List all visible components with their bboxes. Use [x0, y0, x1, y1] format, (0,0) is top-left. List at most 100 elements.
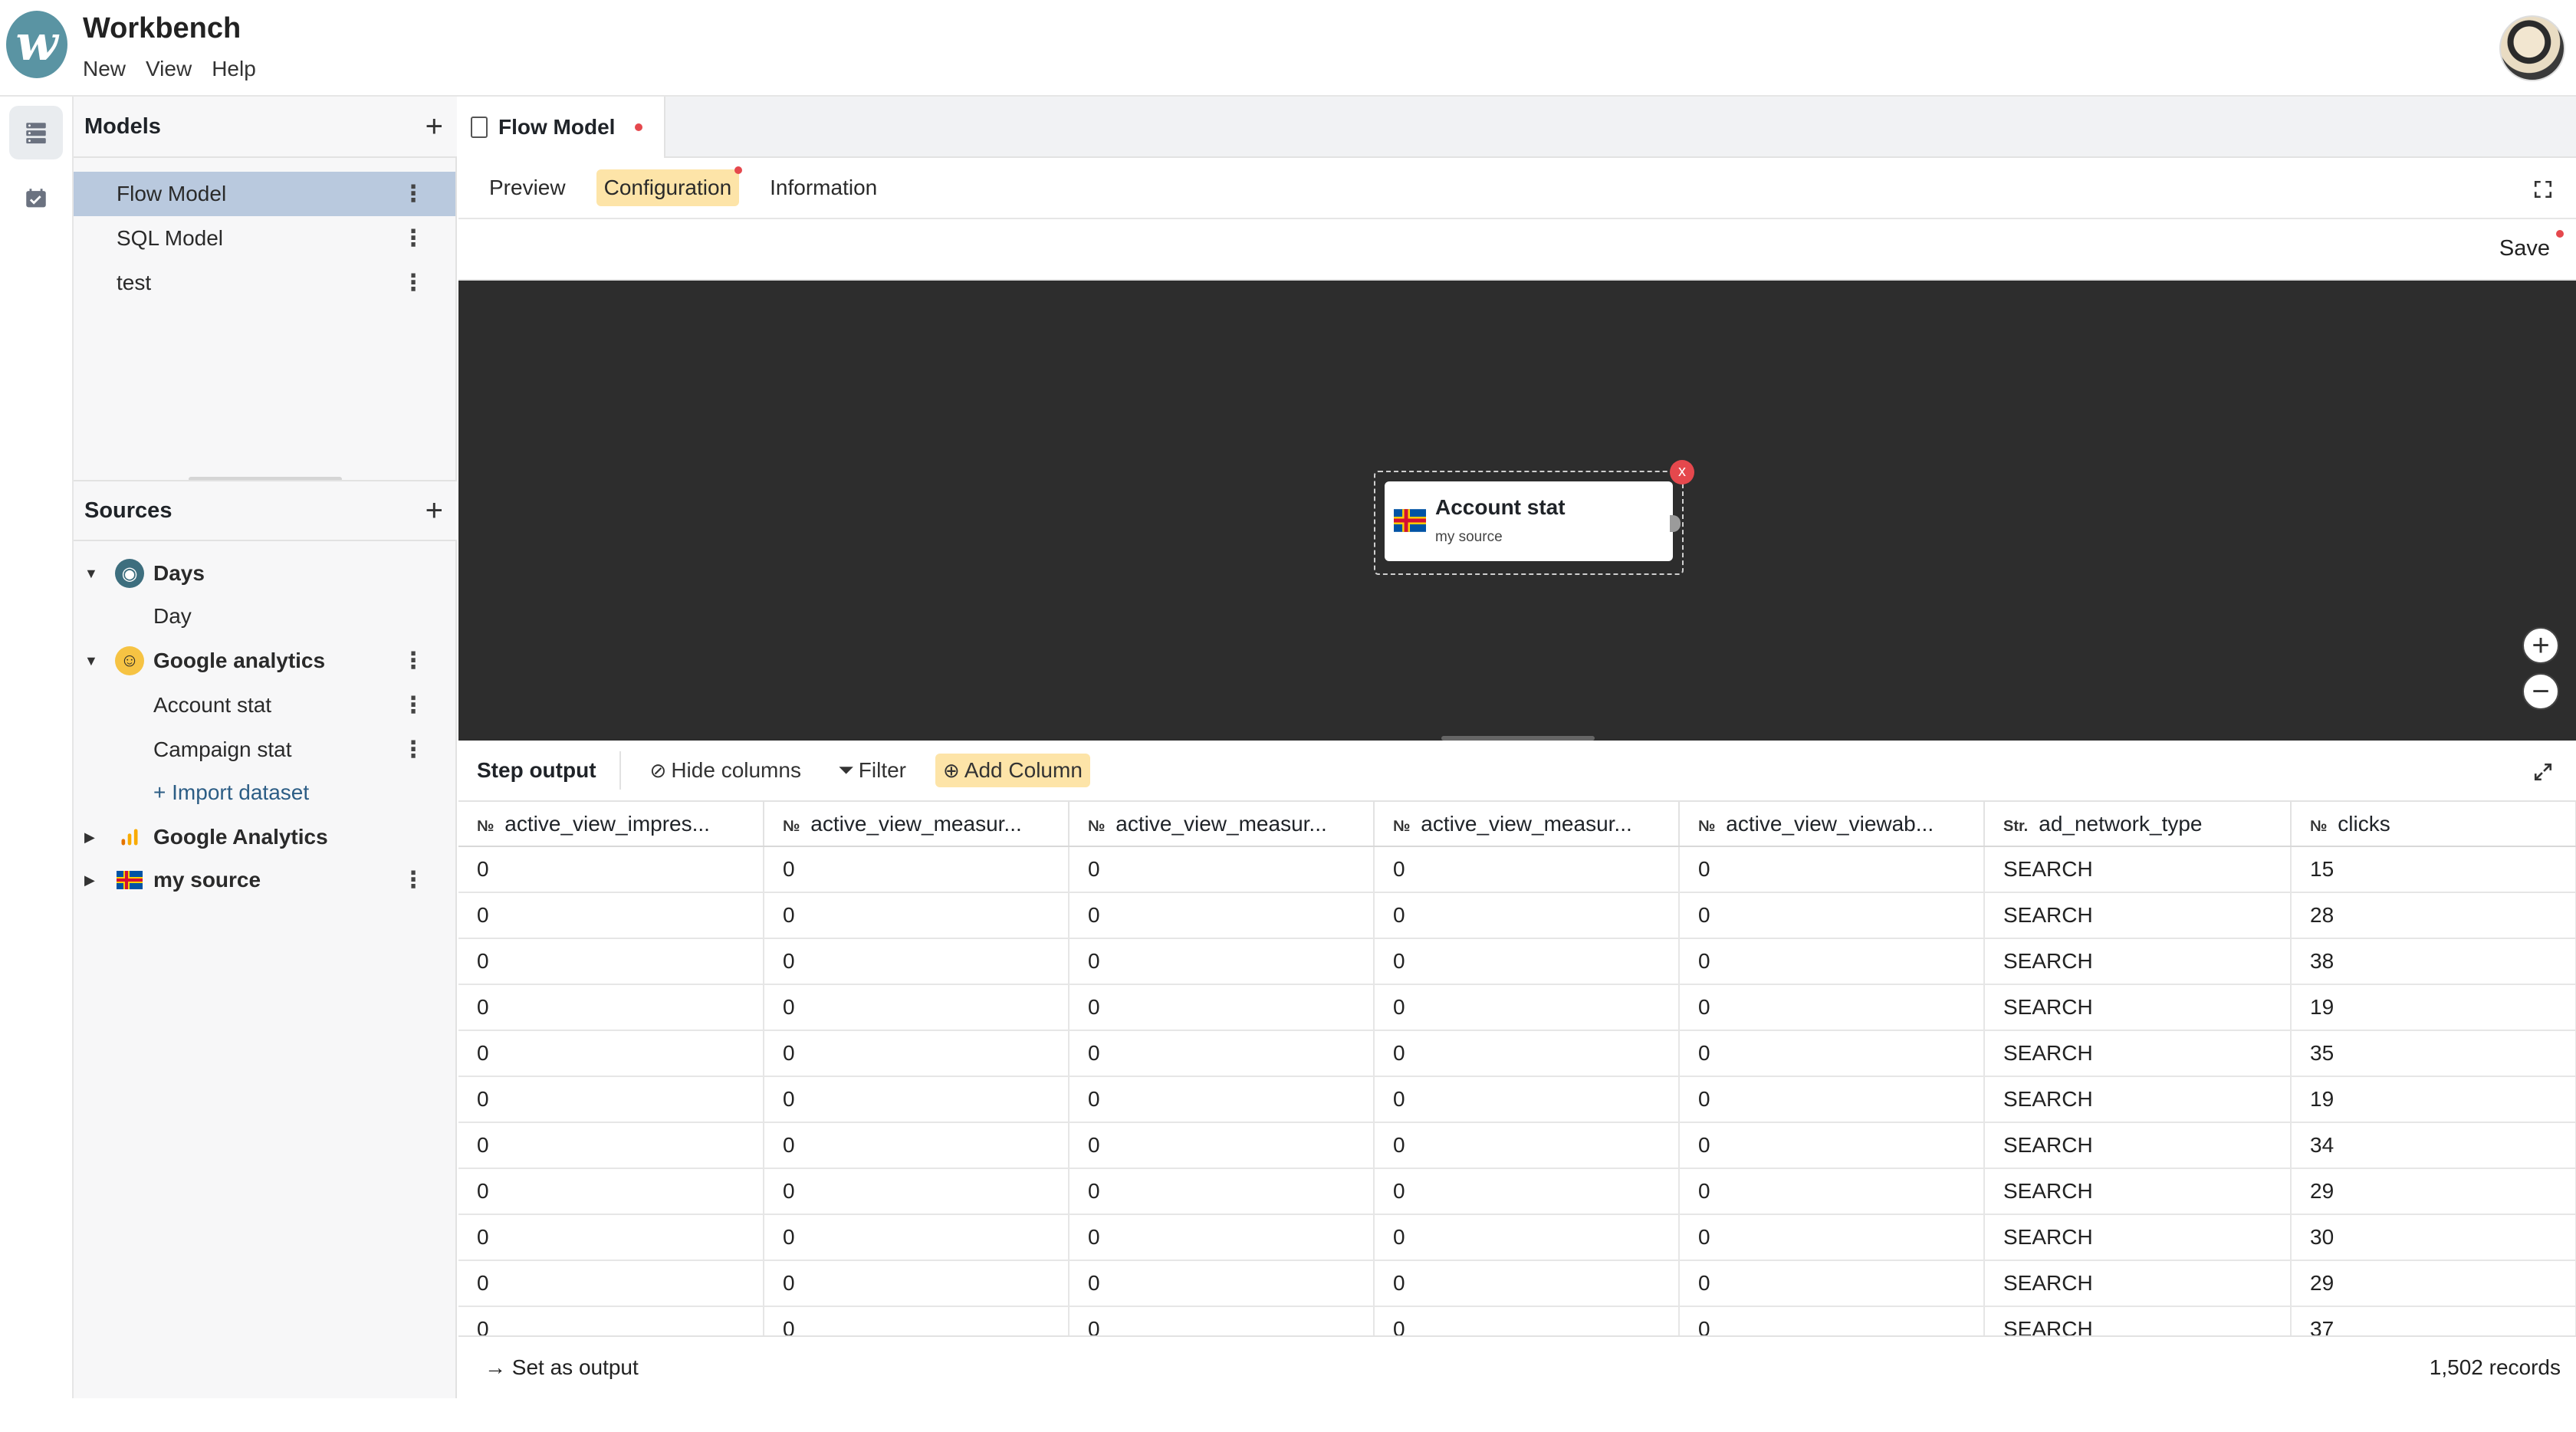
- table-cell[interactable]: 29: [2291, 1168, 2576, 1215]
- table-cell[interactable]: SEARCH: [1984, 892, 2292, 939]
- menu-help[interactable]: Help: [212, 57, 256, 81]
- table-cell[interactable]: 0: [1069, 846, 1375, 893]
- table-cell[interactable]: 19: [2291, 1076, 2576, 1123]
- table-cell[interactable]: 0: [764, 1076, 1070, 1123]
- dataset-day[interactable]: Day: [74, 595, 455, 638]
- more-vertical-icon[interactable]: ⋮: [402, 225, 425, 252]
- add-column-button[interactable]: ⊕ Add Column: [935, 754, 1090, 787]
- flow-node-account-stat[interactable]: Account stat my source: [1385, 481, 1681, 561]
- table-row[interactable]: 0 0 0 0 0 SEARCH 19: [458, 984, 2576, 1031]
- fullscreen-icon[interactable]: [2533, 179, 2553, 199]
- table-row[interactable]: 0 0 0 0 0 SEARCH 29: [458, 1168, 2576, 1215]
- table-row[interactable]: 0 0 0 0 0 SEARCH 30: [458, 1214, 2576, 1261]
- node-output-port[interactable]: [1670, 515, 1681, 532]
- menu-view[interactable]: View: [146, 57, 192, 81]
- file-tab-flow-model[interactable]: Flow Model: [458, 97, 665, 158]
- more-vertical-icon[interactable]: ⋮: [402, 867, 425, 894]
- table-cell[interactable]: 19: [2291, 984, 2576, 1031]
- source-days[interactable]: ▼ ◉ Days: [74, 552, 455, 595]
- table-row[interactable]: 0 0 0 0 0 SEARCH 28: [458, 892, 2576, 939]
- more-vertical-icon[interactable]: ⋮: [402, 270, 425, 297]
- dataset-account-stat[interactable]: Account stat ⋮: [74, 684, 455, 727]
- rail-schedule-button[interactable]: [9, 172, 63, 225]
- add-model-button[interactable]: +: [426, 111, 443, 142]
- table-cell[interactable]: 0: [764, 1214, 1070, 1261]
- import-dataset-link[interactable]: + Import dataset: [74, 771, 455, 814]
- hide-columns-button[interactable]: ⊘ Hide columns: [642, 754, 809, 787]
- flow-canvas[interactable]: Account stat my source x + −: [458, 281, 2576, 741]
- table-cell[interactable]: 0: [458, 1168, 764, 1215]
- table-row[interactable]: 0 0 0 0 0 SEARCH 19: [458, 1076, 2576, 1123]
- menu-new[interactable]: New: [83, 57, 126, 81]
- table-cell[interactable]: 0: [764, 938, 1070, 985]
- source-google-analytics[interactable]: ▼ ☺ Google analytics ⋮: [74, 639, 455, 682]
- table-cell[interactable]: 0: [1679, 846, 1985, 893]
- table-cell[interactable]: 0: [1679, 938, 1985, 985]
- table-cell[interactable]: 0: [1069, 1076, 1375, 1123]
- more-vertical-icon[interactable]: ⋮: [402, 737, 425, 764]
- column-header[interactable]: № active_view_measur...: [1374, 802, 1680, 847]
- more-vertical-icon[interactable]: ⋮: [402, 692, 425, 719]
- table-cell[interactable]: 0: [458, 938, 764, 985]
- table-cell[interactable]: 0: [458, 846, 764, 893]
- table-cell[interactable]: 30: [2291, 1214, 2576, 1261]
- table-cell[interactable]: 0: [1679, 1122, 1985, 1169]
- caret-right-icon[interactable]: ▶: [84, 829, 95, 846]
- table-cell[interactable]: 15: [2291, 846, 2576, 893]
- table-cell[interactable]: 0: [1679, 1030, 1985, 1077]
- table-row[interactable]: 0 0 0 0 0 SEARCH 34: [458, 1122, 2576, 1169]
- table-cell[interactable]: 0: [1374, 1214, 1680, 1261]
- table-cell[interactable]: 0: [1374, 1168, 1680, 1215]
- source-google-analytics-2[interactable]: ▶ Google Analytics: [74, 816, 455, 859]
- table-cell[interactable]: 0: [458, 1122, 764, 1169]
- column-header[interactable]: № active_view_measur...: [764, 802, 1070, 847]
- filter-button[interactable]: ⏷ Filter: [830, 754, 914, 787]
- table-cell[interactable]: SEARCH: [1984, 1076, 2292, 1123]
- table-cell[interactable]: 0: [1069, 1260, 1375, 1307]
- caret-down-icon[interactable]: ▼: [84, 566, 98, 582]
- add-source-button[interactable]: +: [426, 495, 443, 526]
- table-cell[interactable]: 28: [2291, 892, 2576, 939]
- table-cell[interactable]: 0: [1374, 984, 1680, 1031]
- table-cell[interactable]: 0: [764, 846, 1070, 893]
- table-cell[interactable]: 0: [1069, 1214, 1375, 1261]
- table-cell[interactable]: SEARCH: [1984, 1122, 2292, 1169]
- column-header[interactable]: № clicks: [2291, 802, 2576, 847]
- caret-right-icon[interactable]: ▶: [84, 872, 95, 888]
- table-cell[interactable]: 0: [458, 984, 764, 1031]
- table-cell[interactable]: 29: [2291, 1260, 2576, 1307]
- table-cell[interactable]: 0: [1374, 1122, 1680, 1169]
- table-cell[interactable]: 0: [1679, 1260, 1985, 1307]
- expand-diagonal-icon[interactable]: [2533, 762, 2553, 782]
- table-cell[interactable]: 0: [1069, 984, 1375, 1031]
- dataset-campaign-stat[interactable]: Campaign stat ⋮: [74, 728, 455, 771]
- more-vertical-icon[interactable]: ⋮: [402, 181, 425, 208]
- table-row[interactable]: 0 0 0 0 0 SEARCH 29: [458, 1260, 2576, 1307]
- column-header[interactable]: № active_view_impres...: [458, 802, 764, 847]
- column-header[interactable]: Str. ad_network_type: [1984, 802, 2292, 847]
- table-cell[interactable]: 0: [458, 1260, 764, 1307]
- tab-configuration[interactable]: Configuration: [596, 166, 743, 206]
- table-cell[interactable]: 0: [1069, 1168, 1375, 1215]
- column-header[interactable]: № active_view_viewab...: [1679, 802, 1985, 847]
- table-cell[interactable]: 0: [1069, 1122, 1375, 1169]
- table-cell[interactable]: 0: [764, 1122, 1070, 1169]
- table-cell[interactable]: 0: [1679, 1168, 1985, 1215]
- close-icon[interactable]: x: [1670, 460, 1694, 484]
- tab-information[interactable]: Information: [762, 169, 885, 206]
- table-cell[interactable]: 0: [764, 1030, 1070, 1077]
- table-cell[interactable]: 0: [1679, 892, 1985, 939]
- table-cell[interactable]: 0: [1069, 892, 1375, 939]
- table-row[interactable]: 0 0 0 0 0 SEARCH 35: [458, 1030, 2576, 1077]
- table-cell[interactable]: 0: [1374, 892, 1680, 939]
- table-cell[interactable]: 0: [1374, 938, 1680, 985]
- table-row[interactable]: 0 0 0 0 0 SEARCH 15: [458, 846, 2576, 893]
- table-cell[interactable]: 38: [2291, 938, 2576, 985]
- table-cell[interactable]: 0: [1679, 1214, 1985, 1261]
- table-cell[interactable]: 0: [458, 1076, 764, 1123]
- model-item-flow-model[interactable]: Flow Model ⋮: [74, 172, 455, 216]
- table-cell[interactable]: 0: [1374, 846, 1680, 893]
- table-cell[interactable]: 0: [764, 892, 1070, 939]
- table-row[interactable]: 0 0 0 0 0 SEARCH 38: [458, 938, 2576, 985]
- source-my-source[interactable]: ▶ my source ⋮: [74, 859, 455, 902]
